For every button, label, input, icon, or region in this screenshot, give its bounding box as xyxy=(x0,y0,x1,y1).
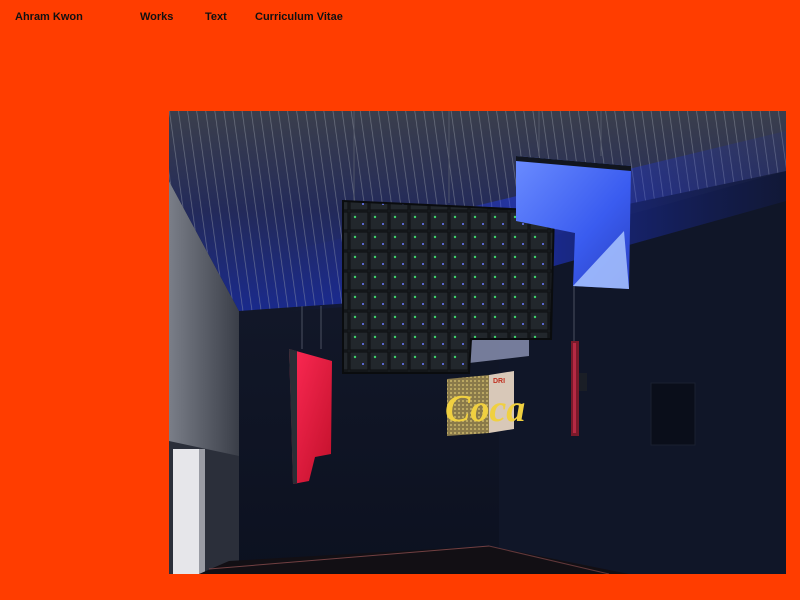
site-name-link[interactable]: Ahram Kwon xyxy=(15,10,83,24)
installation-view-image: Coca DRI xyxy=(169,111,786,574)
nav-link-works[interactable]: Works xyxy=(140,10,173,24)
column-shadow xyxy=(199,449,205,574)
top-navigation: Ahram Kwon Works Text Curriculum Vitae xyxy=(0,10,800,24)
sign-text: Coca xyxy=(445,388,525,430)
wall-panel xyxy=(650,382,696,446)
coca-cola-sign: Coca DRI xyxy=(445,371,525,436)
nav-link-curriculum-vitae[interactable]: Curriculum Vitae xyxy=(255,10,343,24)
speaker-fixture xyxy=(579,373,587,391)
nav-link-text[interactable]: Text xyxy=(205,10,227,24)
artwork-photo[interactable]: Coca DRI xyxy=(169,111,786,574)
sign-small-text: DRI xyxy=(493,378,505,385)
